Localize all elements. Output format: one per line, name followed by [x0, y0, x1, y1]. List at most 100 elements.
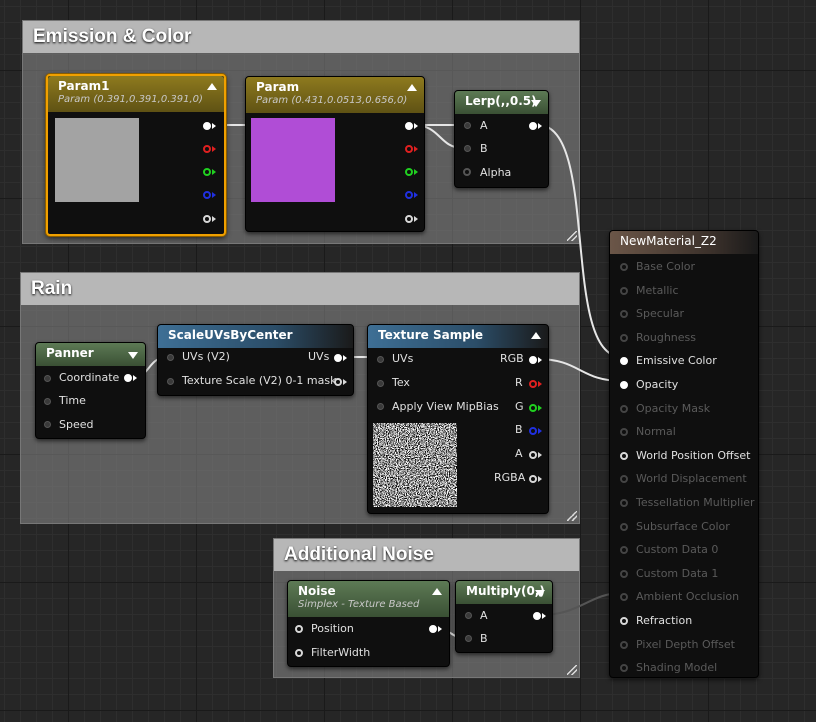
- input-b-pin[interactable]: [464, 145, 471, 152]
- node-title: Param1: [58, 79, 110, 93]
- input-metallic-pin[interactable]: [620, 286, 628, 295]
- output-pin[interactable]: [529, 122, 537, 130]
- input-pixel-depth-offset-pin[interactable]: [620, 640, 628, 649]
- node-header[interactable]: Noise Simplex - Texture Based: [288, 581, 449, 617]
- input-emissive-color-pin[interactable]: [620, 357, 628, 366]
- output-g-pin[interactable]: [529, 404, 537, 412]
- input-a-label: A: [480, 609, 488, 622]
- output-b-pin[interactable]: [405, 191, 413, 199]
- collapse-arrow-icon[interactable]: [207, 83, 217, 90]
- node-title: NewMaterial_Z2: [620, 234, 717, 248]
- input-opacity-mask-label: Opacity Mask: [636, 401, 711, 415]
- node-subtitle: Param (0.391,0.391,0.391,0): [58, 94, 203, 105]
- output-r-pin[interactable]: [405, 145, 413, 153]
- node-header[interactable]: Panner: [36, 343, 145, 366]
- input-normal-pin[interactable]: [620, 428, 628, 437]
- texture-sample-node[interactable]: Texture Sample UVs Tex Apply View MipBia…: [367, 324, 549, 514]
- node-header[interactable]: Texture Sample: [368, 325, 548, 348]
- input-opacity-mask-pin[interactable]: [620, 404, 628, 413]
- output-b-pin[interactable]: [529, 427, 537, 435]
- output-b-pin[interactable]: [203, 191, 211, 199]
- input-a-pin[interactable]: [465, 612, 472, 619]
- output-a-pin[interactable]: [405, 215, 413, 223]
- input-coordinate-label: Coordinate: [59, 371, 120, 384]
- collapse-arrow-icon[interactable]: [535, 590, 545, 597]
- input-uvs-pin[interactable]: [377, 356, 384, 363]
- input-refraction-pin[interactable]: [620, 617, 628, 625]
- pin-arrow-icon: [538, 452, 542, 458]
- input-base-color-label: Base Color: [636, 260, 696, 273]
- input-uvs-pin[interactable]: [167, 354, 174, 361]
- node-header[interactable]: NewMaterial_Z2: [610, 231, 758, 254]
- output-rgb-pin[interactable]: [405, 122, 413, 130]
- collapse-arrow-icon[interactable]: [407, 84, 417, 91]
- input-world-displacement-label: World Displacement: [636, 472, 747, 486]
- output-g-pin[interactable]: [405, 168, 413, 176]
- input-a-pin[interactable]: [464, 122, 471, 129]
- output-a-pin[interactable]: [529, 451, 537, 459]
- node-header[interactable]: Multiply(0,): [456, 581, 552, 604]
- output-rgba-pin[interactable]: [529, 475, 537, 483]
- input-texture-scale-pin[interactable]: [167, 378, 174, 385]
- input-roughness-pin[interactable]: [620, 333, 628, 342]
- input-specular-pin[interactable]: [620, 310, 628, 319]
- input-coordinate-pin[interactable]: [44, 375, 51, 382]
- node-subtitle: Param (0.431,0.0513,0.656,0): [256, 95, 408, 106]
- input-speed-pin[interactable]: [44, 421, 51, 428]
- pin-arrow-icon: [212, 146, 216, 152]
- output-rgb-pin[interactable]: [529, 356, 537, 364]
- input-uvs-label: UVs: [392, 352, 414, 365]
- input-base-color-pin[interactable]: [620, 263, 628, 271]
- input-position-label: Position: [311, 622, 354, 635]
- noise-node[interactable]: Noise Simplex - Texture Based Position F…: [287, 580, 450, 667]
- pin-arrow-icon: [538, 405, 542, 411]
- output-pin[interactable]: [124, 374, 132, 382]
- input-alpha-pin[interactable]: [463, 168, 471, 176]
- param1-node[interactable]: Param1 Param (0.391,0.391,0.391,0): [46, 74, 226, 236]
- input-tex-pin[interactable]: [377, 380, 384, 387]
- lerp-node[interactable]: Lerp(,,0.5) A B Alpha: [454, 90, 549, 188]
- collapse-arrow-icon[interactable]: [531, 332, 541, 339]
- pin-arrow-icon: [538, 123, 542, 129]
- input-world-position-offset-pin[interactable]: [620, 451, 628, 460]
- node-header[interactable]: Param Param (0.431,0.0513,0.656,0): [246, 77, 424, 113]
- input-mipbias-pin[interactable]: [377, 403, 384, 410]
- collapse-arrow-icon[interactable]: [128, 352, 138, 359]
- input-b-pin[interactable]: [465, 635, 472, 642]
- input-ambient-occlusion-pin[interactable]: [620, 593, 628, 602]
- output-uvs-pin[interactable]: [334, 354, 342, 362]
- input-subsurface-color-pin[interactable]: [620, 522, 628, 531]
- output-a-label: A: [515, 447, 523, 460]
- input-world-displacement-pin[interactable]: [620, 475, 628, 484]
- input-time-pin[interactable]: [44, 398, 51, 405]
- node-header[interactable]: Lerp(,,0.5): [455, 91, 548, 114]
- input-tessellation-multiplier-pin[interactable]: [620, 499, 628, 507]
- input-position-pin[interactable]: [295, 625, 303, 633]
- collapse-arrow-icon[interactable]: [531, 100, 541, 107]
- collapse-arrow-icon[interactable]: [432, 588, 442, 595]
- output-g-pin[interactable]: [203, 168, 211, 176]
- output-a-pin[interactable]: [203, 215, 211, 223]
- input-custom-data-1-pin[interactable]: [620, 569, 628, 578]
- output-pin[interactable]: [533, 612, 541, 620]
- output-r-pin[interactable]: [203, 145, 211, 153]
- input-custom-data-0-label: Custom Data 0: [636, 543, 719, 557]
- param-node[interactable]: Param Param (0.431,0.0513,0.656,0): [245, 76, 425, 232]
- multiply-node[interactable]: Multiply(0,) A B: [455, 580, 553, 653]
- input-custom-data-0-pin[interactable]: [620, 546, 628, 555]
- input-shading-model-pin[interactable]: [620, 664, 628, 673]
- node-header[interactable]: Param1 Param (0.391,0.391,0.391,0): [48, 76, 224, 112]
- input-subsurface-color-label: Subsurface Color: [636, 519, 730, 533]
- output-pin[interactable]: [429, 625, 437, 633]
- output-rgb-pin[interactable]: [203, 122, 211, 130]
- panner-node[interactable]: Panner Coordinate Time Speed: [35, 342, 146, 439]
- input-filterwidth-pin[interactable]: [295, 649, 303, 657]
- output-mask-pin[interactable]: [334, 378, 342, 386]
- scale-uvs-by-center-node[interactable]: ScaleUVsByCenter UVs (V2) Texture Scale …: [157, 324, 354, 396]
- output-r-pin[interactable]: [529, 380, 537, 388]
- node-header[interactable]: ScaleUVsByCenter: [158, 325, 353, 348]
- pin-arrow-icon: [414, 123, 418, 129]
- input-opacity-pin[interactable]: [620, 381, 628, 389]
- input-a-label: A: [480, 119, 488, 132]
- material-result-node[interactable]: NewMaterial_Z2 Base Color Metallic Specula…: [609, 230, 759, 678]
